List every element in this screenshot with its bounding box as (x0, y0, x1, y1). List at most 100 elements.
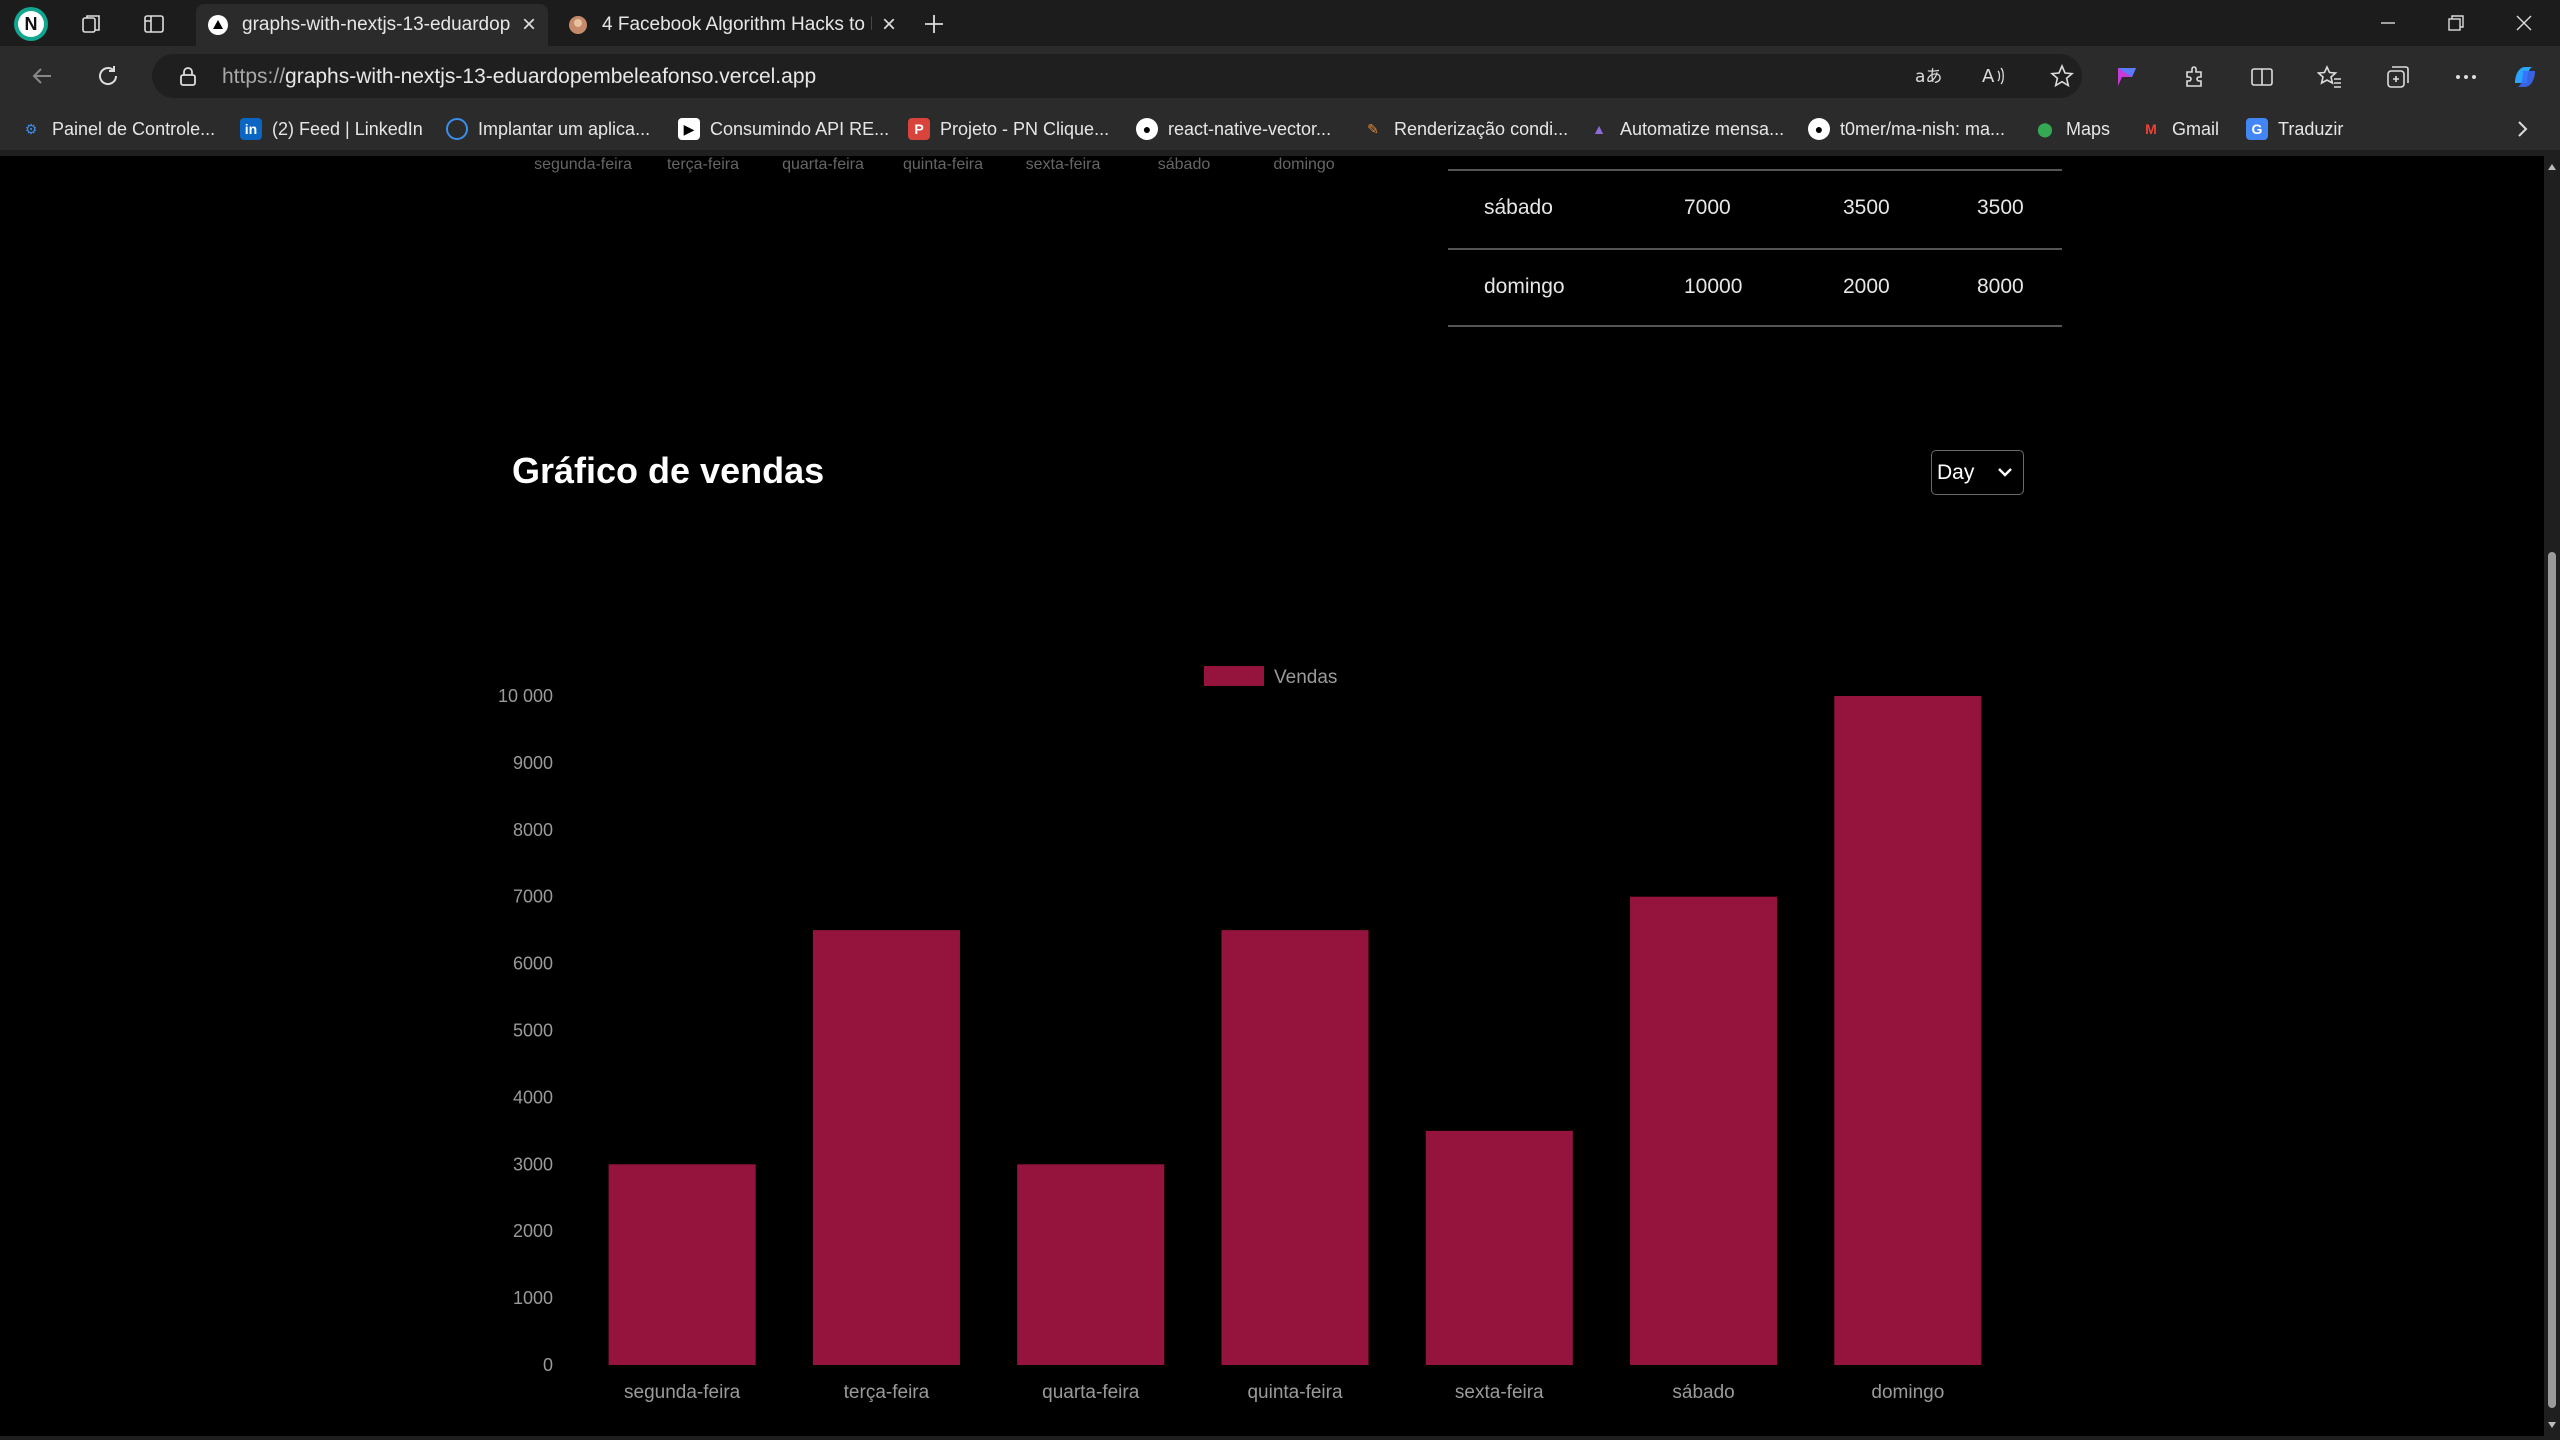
tab-graphs[interactable]: graphs-with-nextjs-13-eduardop × (196, 4, 548, 46)
table-cell: domingo (1484, 275, 1565, 298)
read-aloud-icon[interactable]: A (1978, 60, 2010, 92)
favorite-star-icon[interactable] (2046, 60, 2078, 92)
bookmark-label: (2) Feed | LinkedIn (272, 118, 423, 139)
x-tick-label: quarta-feira (1042, 1382, 1140, 1403)
x-tick-label: sexta-feira (1455, 1382, 1544, 1403)
bookmark-item[interactable]: P Projeto - PN Clique... (908, 116, 1109, 142)
bookmark-label: Traduzir (2278, 118, 2344, 139)
github-icon: ● (1808, 118, 1830, 140)
bookmark-item[interactable]: ⬤ Maps (2034, 116, 2110, 142)
workspaces-icon[interactable] (76, 8, 108, 40)
bookmark-item[interactable]: ▲ Automatize mensa... (1588, 116, 1784, 142)
table-row: domingo 10000 2000 8000 (1448, 248, 2062, 327)
bookmark-item[interactable]: ▶ Consumindo API RE... (678, 116, 889, 142)
legend-label: Vendas (1274, 667, 1337, 688)
extension-icon[interactable] (2110, 60, 2144, 94)
refresh-icon[interactable] (92, 60, 124, 92)
address-bar-row: https://graphs-with-nextjs-13-eduardopem… (0, 46, 2560, 106)
new-tab-icon[interactable] (918, 8, 950, 40)
bookmark-label: Renderização condi... (1394, 118, 1569, 139)
bookmark-label: Projeto - PN Clique... (940, 118, 1110, 139)
bar-quinta-feira (1221, 930, 1369, 1365)
sales-table: sábado 7000 3500 3500 domingo 10000 2000… (1448, 169, 2062, 327)
close-window-icon[interactable] (2504, 6, 2544, 40)
bookmark-label: Automatize mensa... (1620, 118, 1785, 139)
close-tab-icon[interactable]: × (522, 11, 536, 39)
table-cell: 3500 (1843, 196, 1890, 219)
pen-icon: ✎ (1367, 120, 1379, 137)
url-host: graphs-with-nextjs-13-eduardopembeleafon… (285, 65, 817, 88)
bookmark-label: Consumindo API RE... (710, 118, 890, 139)
extensions-icon[interactable] (2177, 60, 2211, 94)
bookmark-item[interactable]: ● react-native-vector... (1136, 116, 1331, 142)
restore-icon[interactable] (2436, 6, 2476, 40)
copilot-icon[interactable] (2508, 60, 2542, 94)
deploy-icon (446, 118, 468, 140)
bookmark-item[interactable]: ⚙ Painel de Controle... (20, 116, 215, 142)
profile-avatar[interactable]: N (14, 7, 48, 41)
bookmark-item[interactable]: M Gmail (2140, 116, 2219, 142)
scrollbar-thumb[interactable] (2548, 552, 2556, 1408)
bookmarks-overflow-icon[interactable] (2512, 116, 2532, 142)
x-tick-label: sábado (1157, 156, 1211, 173)
video-icon: ▶ (678, 118, 700, 140)
translate-icon: G (2246, 118, 2268, 140)
bookmark-item[interactable]: G Traduzir (2246, 116, 2343, 142)
minimize-icon[interactable] (2368, 6, 2408, 40)
table-cell: 10000 (1684, 275, 1743, 298)
split-screen-icon[interactable] (2245, 60, 2279, 94)
url-scheme: https:// (222, 65, 286, 88)
bookmark-label: react-native-vector... (1168, 118, 1332, 139)
scroll-down-icon[interactable] (2547, 1420, 2557, 1430)
profile-initial: N (18, 11, 44, 37)
automation-icon: ▲ (1592, 121, 1606, 137)
chevron-down-icon (1998, 468, 2012, 477)
x-tick-label: quarta-feira (782, 156, 864, 173)
y-tick-label: 4000 (513, 1087, 553, 1107)
y-tick-label: 2000 (513, 1221, 553, 1241)
x-tick-label: quinta-feira (902, 156, 984, 173)
tab-title: graphs-with-nextjs-13-eduardop (242, 14, 511, 35)
bookmark-label: t0mer/ma-nish: ma... (1840, 118, 2006, 139)
address-bar[interactable]: https://graphs-with-nextjs-13-eduardopem… (152, 54, 2082, 98)
favorites-icon[interactable] (2313, 60, 2347, 94)
lock-icon[interactable] (172, 60, 204, 92)
page-content: segunda-feira terça-feira quarta-feira q… (0, 156, 2544, 1436)
legend-swatch (1204, 666, 1264, 686)
x-tick-label: segunda-feira (534, 156, 632, 173)
table-cell: 8000 (1977, 275, 2024, 298)
bar-quarta-feira (1017, 1164, 1165, 1365)
table-cell: 2000 (1843, 275, 1890, 298)
avatar-favicon-icon (569, 16, 587, 34)
bookmark-item[interactable]: in (2) Feed | LinkedIn (240, 116, 423, 142)
period-select-value: Day (1937, 460, 1975, 484)
period-select[interactable]: Day (1931, 450, 2024, 495)
x-tick-label: sexta-feira (1025, 156, 1101, 173)
y-tick-label: 0 (543, 1355, 553, 1375)
page-scrollbar[interactable] (2544, 156, 2560, 1436)
url-text[interactable]: https://graphs-with-nextjs-13-eduardopem… (222, 65, 816, 89)
immersive-reader-icon[interactable]: aあ (1912, 60, 1944, 92)
bookmark-item[interactable]: ✎ Renderização condi... (1362, 116, 1568, 142)
table-row: sábado 7000 3500 3500 (1448, 169, 2062, 248)
collections-icon[interactable] (2381, 60, 2415, 94)
bookmark-item[interactable]: Implantar um aplica... (446, 116, 650, 142)
chart-title: Gráfico de vendas (512, 450, 825, 491)
y-tick-label: 5000 (513, 1021, 553, 1041)
maps-icon: ⬤ (2037, 120, 2053, 137)
more-options-icon[interactable] (2449, 60, 2483, 94)
x-tick-label: segunda-feira (624, 1382, 741, 1403)
bar-sexta-feira (1425, 1130, 1573, 1365)
back-icon[interactable] (26, 60, 58, 92)
bookmarks-bar: ⚙ Painel de Controle... in (2) Feed | Link… (0, 106, 2560, 150)
tab-facebook[interactable]: 4 Facebook Algorithm Hacks to E × (556, 4, 908, 46)
browser-window: N graphs-with-nextjs-13-eduardop × 4 Fac… (0, 0, 2560, 1440)
bookmark-item[interactable]: ● t0mer/ma-nish: ma... (1808, 116, 2005, 142)
vertical-tabs-icon[interactable] (138, 8, 170, 40)
scroll-up-icon[interactable] (2547, 162, 2557, 172)
svg-text:A: A (1982, 66, 1995, 87)
y-tick-label: 3000 (513, 1154, 553, 1174)
close-tab-icon[interactable]: × (882, 11, 896, 39)
table-cell: 3500 (1977, 196, 2024, 219)
tab-strip: N graphs-with-nextjs-13-eduardop × 4 Fac… (0, 0, 2560, 46)
